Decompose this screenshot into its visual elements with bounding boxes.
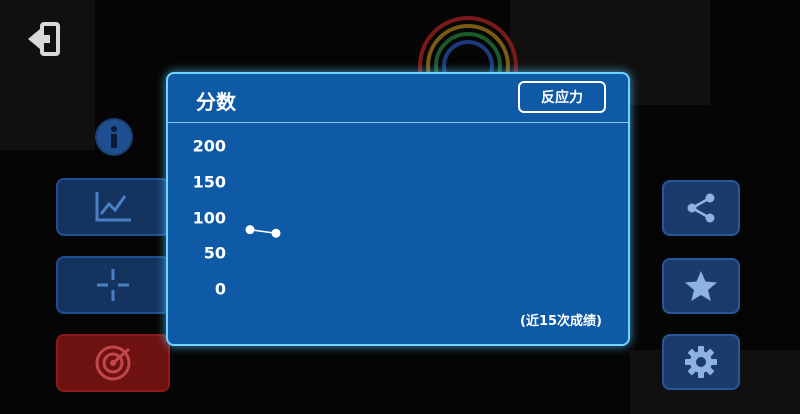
share-button[interactable]	[662, 180, 740, 236]
score-dialog: 分数 反应力 200 150 100 50 0 (近15次成绩)	[166, 72, 630, 346]
target-button[interactable]	[56, 334, 170, 392]
crosshair-icon	[97, 269, 129, 301]
crosshair-button[interactable]	[56, 256, 170, 314]
line-chart-icon	[95, 192, 131, 222]
target-icon	[95, 345, 131, 381]
exit-button[interactable]	[24, 18, 68, 62]
stats-button[interactable]	[56, 178, 170, 236]
settings-button[interactable]	[662, 334, 740, 390]
score-point	[271, 228, 281, 238]
score-point	[245, 225, 255, 235]
star-icon	[685, 271, 717, 301]
exit-icon	[28, 22, 60, 56]
info-button[interactable]	[95, 118, 133, 156]
share-icon	[687, 193, 715, 223]
gear-icon	[685, 346, 717, 378]
score-chart	[245, 225, 281, 238]
chart-footnote: (近15次成绩)	[520, 314, 602, 329]
info-icon	[97, 120, 131, 154]
favorite-button[interactable]	[662, 258, 740, 314]
